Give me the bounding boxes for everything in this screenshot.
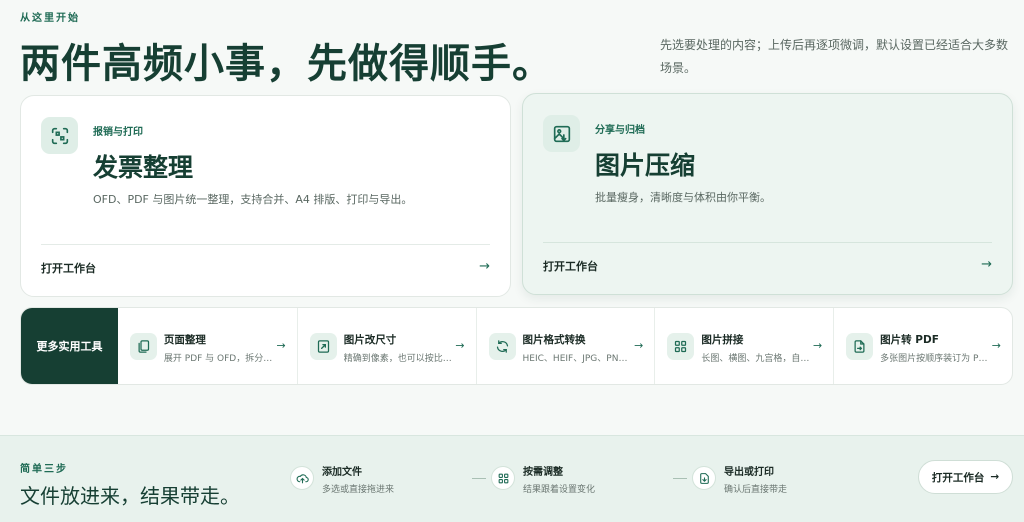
tool-description: 长图、横图、九宫格，自由拼接 xyxy=(701,354,811,364)
invoice-scan-icon xyxy=(41,117,78,154)
tool-image-to-pdf[interactable]: 图片转 PDF 多张图片按顺序装订为 PDF 文件 → xyxy=(833,308,1012,384)
divider xyxy=(543,242,992,243)
step-separator xyxy=(472,478,486,479)
arrow-right-icon: → xyxy=(634,339,644,352)
open-workbench-link[interactable]: 打开工作台 xyxy=(41,260,96,276)
card-tag: 分享与归档 xyxy=(595,125,645,136)
convert-icon xyxy=(488,333,516,360)
image-compress-icon xyxy=(543,115,580,152)
tool-title: 图片格式转换 xyxy=(522,334,586,346)
steps-band: 简单三步 文件放进来，结果带走。 添加文件 多选或直接拖进来 按需调整 结果跟着… xyxy=(0,435,1024,522)
card-tag: 报销与打印 xyxy=(93,127,143,138)
invoice-card[interactable]: 报销与打印 发票整理 OFD、PDF 与图片统一整理，支持合并、A4 排版、打印… xyxy=(20,95,511,297)
arrow-right-icon: → xyxy=(276,339,286,352)
more-tools-label: 更多实用工具 xyxy=(21,308,118,384)
step-description: 多选或直接拖进来 xyxy=(322,485,395,495)
steps-title: 文件放进来，结果带走。 xyxy=(20,484,240,508)
tool-title: 图片拼接 xyxy=(701,334,744,346)
tool-description: 精确到像素，也可以按比例缩放 xyxy=(343,354,454,364)
step-title: 按需调整 xyxy=(523,467,563,478)
tool-page-organize[interactable]: 页面整理 展开 PDF 与 OFD，拆分、排序与删除页面 → xyxy=(118,308,297,384)
more-tools-bar: 更多实用工具 页面整理 展开 PDF 与 OFD，拆分、排序与删除页面 → 图片… xyxy=(20,307,1013,385)
step-description: 结果跟着设置变化 xyxy=(523,485,596,495)
tool-image-stitch[interactable]: 图片拼接 长图、横图、九宫格，自由拼接 → xyxy=(654,308,833,384)
tool-description: 展开 PDF 与 OFD，拆分、排序与删除页面 xyxy=(163,354,274,364)
export-icon xyxy=(692,466,716,490)
card-description: OFD、PDF 与图片统一整理，支持合并、A4 排版、打印与导出。 xyxy=(93,193,413,206)
step-export: 导出或打印 确认后直接带走 xyxy=(692,462,842,498)
step-separator xyxy=(673,478,687,479)
tool-description: 多张图片按顺序装订为 PDF 文件 xyxy=(880,354,991,364)
card-title: 图片压缩 xyxy=(595,151,696,180)
image-compress-card[interactable]: 分享与归档 图片压缩 批量瘦身，清晰度与体积由你平衡。 打开工作台 → xyxy=(522,93,1013,295)
card-description: 批量瘦身，清晰度与体积由你平衡。 xyxy=(595,191,771,204)
step-adjust: 按需调整 结果跟着设置变化 xyxy=(491,462,641,498)
hero-eyebrow: 从这里开始 xyxy=(20,13,80,24)
arrow-right-icon: → xyxy=(990,471,1000,483)
arrow-right-icon: → xyxy=(812,339,823,352)
upload-cloud-icon xyxy=(290,466,314,490)
image-to-pdf-icon xyxy=(846,333,874,360)
step-description: 确认后直接带走 xyxy=(724,485,788,495)
arrow-right-icon[interactable]: → xyxy=(479,259,490,274)
tool-title: 图片转 PDF xyxy=(880,334,939,346)
steps-eyebrow: 简单三步 xyxy=(20,464,68,475)
open-workbench-link[interactable]: 打开工作台 xyxy=(543,258,598,274)
tool-title: 图片改尺寸 xyxy=(343,334,397,346)
arrow-right-icon: → xyxy=(455,339,465,352)
button-label: 打开工作台 xyxy=(931,471,985,484)
hero-description: 先选要处理的内容；上传后再逐项微调，默认设置已经适合大多数场景。 xyxy=(660,38,1009,75)
step-title: 导出或打印 xyxy=(724,467,774,478)
divider xyxy=(41,244,490,245)
pages-icon xyxy=(129,333,157,360)
grid-icon xyxy=(667,333,695,360)
tool-description: HEIC、HEIF、JPG、PNG 之间互相转换 xyxy=(522,354,633,364)
tool-image-resize[interactable]: 图片改尺寸 精确到像素，也可以按比例缩放 → xyxy=(296,308,476,384)
card-title: 发票整理 xyxy=(93,153,194,182)
arrow-right-icon: → xyxy=(991,339,1001,352)
tool-title: 页面整理 xyxy=(163,334,206,346)
adjust-icon xyxy=(491,466,515,490)
arrow-right-icon[interactable]: → xyxy=(981,257,992,272)
tool-format-convert[interactable]: 图片格式转换 HEIC、HEIF、JPG、PNG 之间互相转换 → xyxy=(475,308,655,384)
page-title: 两件高频小事，先做得顺手。 xyxy=(20,41,553,87)
step-title: 添加文件 xyxy=(322,467,362,478)
resize-image-icon xyxy=(309,333,337,360)
step-add-files: 添加文件 多选或直接拖进来 xyxy=(290,462,440,498)
open-workbench-button[interactable]: 打开工作台 → xyxy=(918,460,1013,494)
